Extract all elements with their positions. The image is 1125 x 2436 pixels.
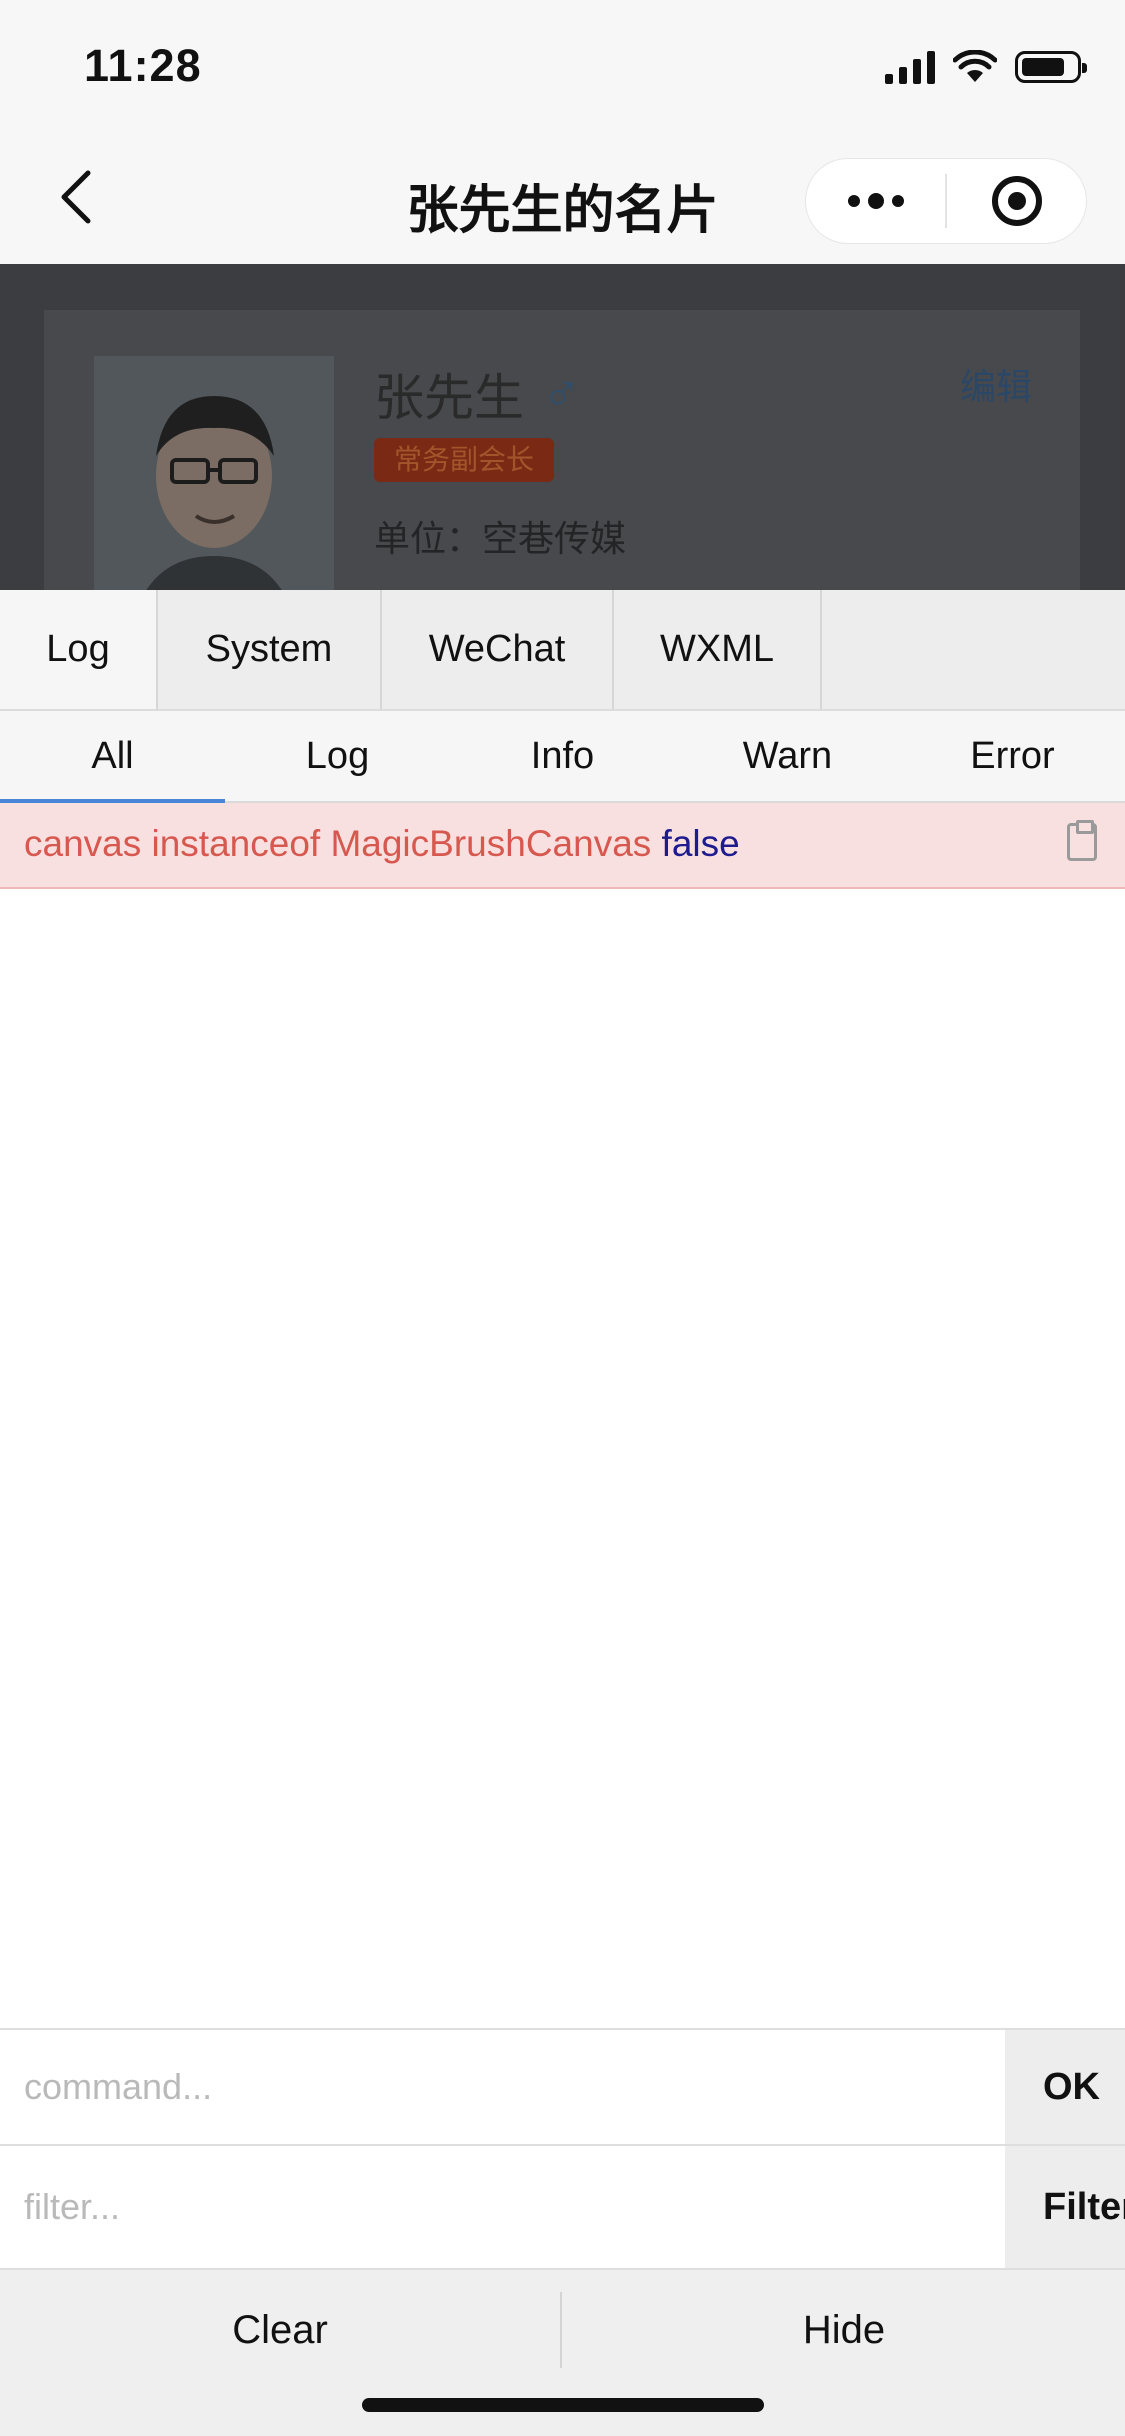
clipboard-icon[interactable] bbox=[1067, 820, 1097, 861]
subtab-all[interactable]: All bbox=[0, 711, 225, 803]
command-input[interactable]: command... bbox=[24, 2030, 212, 2144]
subtab-log[interactable]: Log bbox=[225, 711, 450, 801]
status-bar: 11:28 bbox=[0, 0, 1125, 132]
clear-button[interactable]: Clear bbox=[0, 2270, 560, 2390]
more-dots-icon bbox=[847, 193, 904, 209]
cellular-signal-icon bbox=[885, 50, 935, 84]
mini-program-capsule bbox=[805, 158, 1087, 244]
home-indicator[interactable] bbox=[362, 2398, 764, 2412]
nav-bar: 张先生的名片 bbox=[0, 132, 1125, 264]
log-entry: canvas instanceof MagicBrushCanvas false bbox=[0, 803, 1125, 889]
more-button[interactable] bbox=[806, 159, 945, 243]
log-message-value: false bbox=[661, 823, 740, 864]
tab-wechat[interactable]: WeChat bbox=[382, 590, 614, 709]
company-text: 单位：空巷传媒 bbox=[374, 518, 627, 559]
card-name: 张先生 bbox=[374, 370, 524, 426]
close-miniprogram-button[interactable] bbox=[947, 159, 1086, 243]
filter-row: filter... Filter bbox=[0, 2144, 1125, 2268]
business-card: 张先生 ♂ 常务副会长 单位：空巷传媒 编辑 bbox=[44, 310, 1080, 590]
ok-button[interactable]: OK bbox=[1005, 2030, 1125, 2144]
vconsole-tabs: Log System WeChat WXML bbox=[0, 590, 1125, 711]
log-message-text: canvas instanceof MagicBrushCanvas bbox=[24, 823, 652, 864]
subtab-info[interactable]: Info bbox=[450, 711, 675, 801]
toolbar-divider bbox=[560, 2292, 562, 2368]
card-name-row: 张先生 ♂ bbox=[374, 358, 581, 430]
log-message: canvas instanceof MagicBrushCanvas false bbox=[24, 823, 740, 865]
hide-button[interactable]: Hide bbox=[564, 2270, 1124, 2390]
avatar bbox=[94, 356, 334, 590]
log-level-tabs: All Log Info Warn Error bbox=[0, 711, 1125, 803]
wifi-icon bbox=[953, 50, 997, 82]
filter-input[interactable]: filter... bbox=[24, 2146, 120, 2268]
tab-wxml[interactable]: WXML bbox=[614, 590, 822, 709]
edit-link[interactable]: 编辑 bbox=[960, 358, 1032, 410]
card-overlay-area: 张先生 ♂ 常务副会长 单位：空巷传媒 编辑 bbox=[0, 264, 1125, 590]
male-icon: ♂ bbox=[542, 365, 581, 423]
status-time: 11:28 bbox=[84, 40, 202, 91]
tab-log[interactable]: Log bbox=[0, 590, 158, 709]
avatar-portrait-image bbox=[94, 356, 334, 590]
command-row: command... OK bbox=[0, 2028, 1125, 2144]
subtab-warn[interactable]: Warn bbox=[675, 711, 900, 801]
filter-button[interactable]: Filter bbox=[1005, 2146, 1125, 2268]
tab-system[interactable]: System bbox=[158, 590, 382, 709]
target-circle-icon bbox=[991, 176, 1042, 226]
status-icons bbox=[885, 50, 1087, 84]
title-badge: 常务副会长 bbox=[374, 438, 555, 482]
battery-icon bbox=[1015, 51, 1087, 83]
subtab-error[interactable]: Error bbox=[900, 711, 1125, 801]
